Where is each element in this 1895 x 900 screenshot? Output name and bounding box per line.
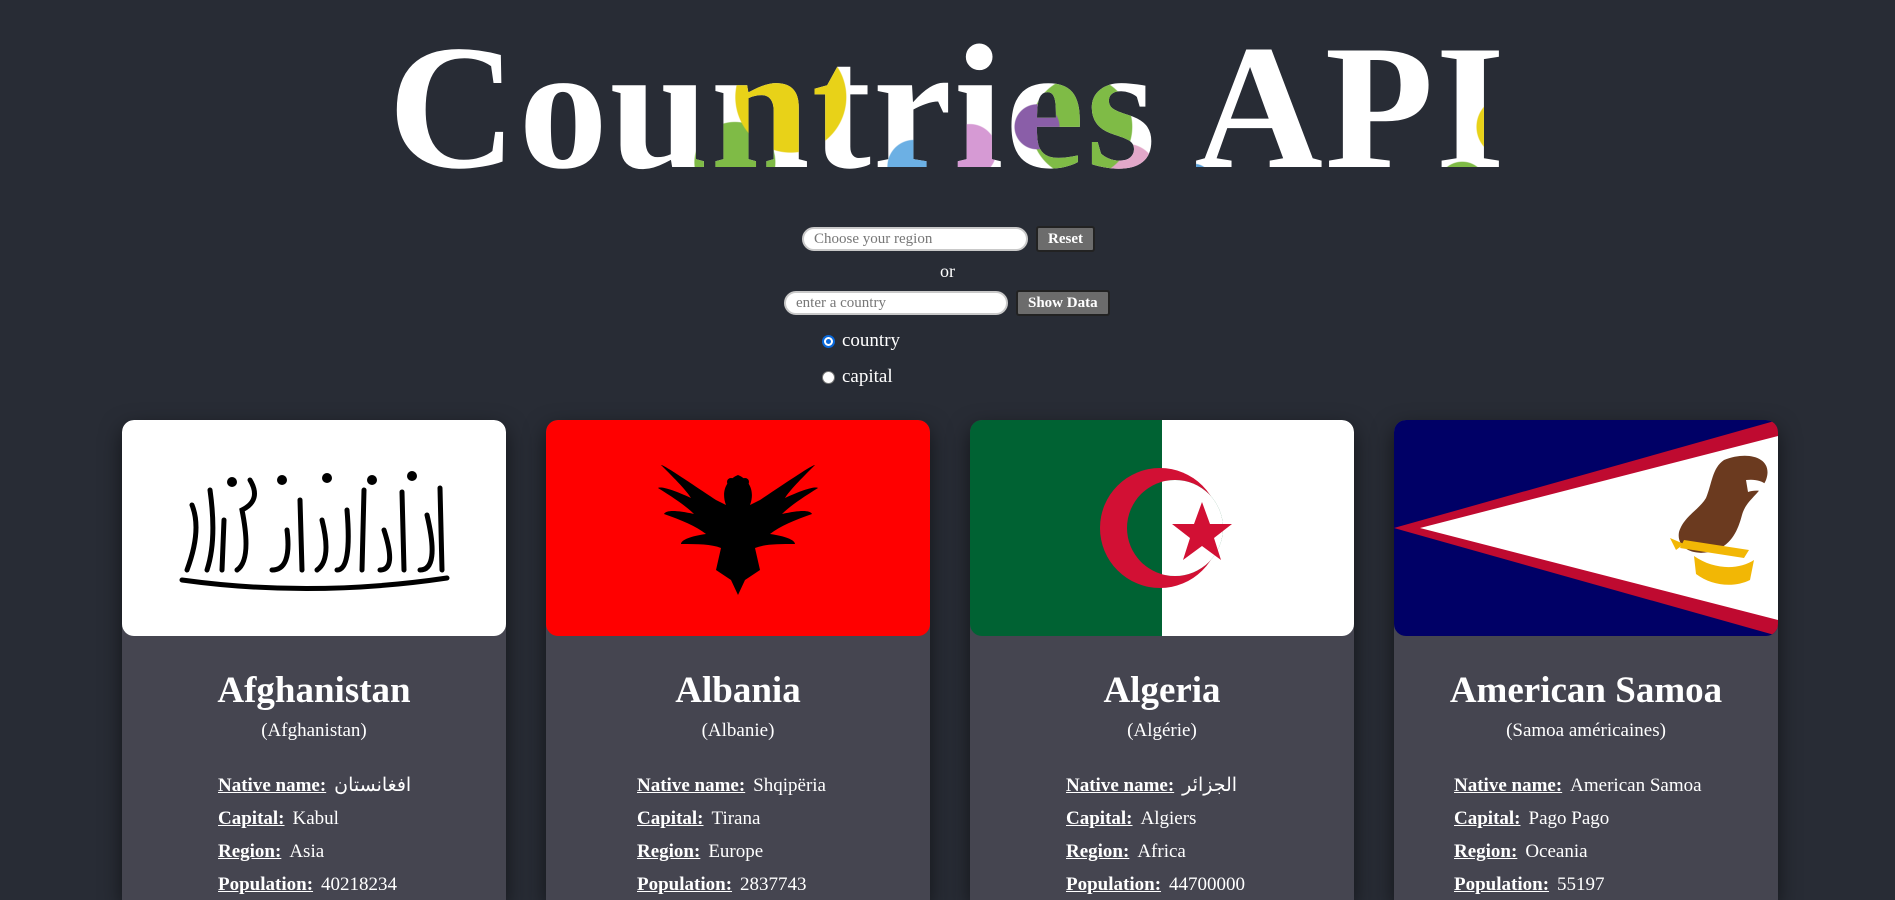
- capital-value: Pago Pago: [1528, 808, 1610, 829]
- region-filter: Reset: [802, 226, 1095, 252]
- american-samoa-flag-icon: [1394, 420, 1778, 636]
- native-name-label: Native name:: [1066, 775, 1175, 796]
- population-value: 40218234: [321, 874, 398, 895]
- population-label: Population:: [637, 874, 733, 895]
- population-label: Population:: [1066, 874, 1162, 895]
- albania-flag-icon: [546, 420, 930, 636]
- region-input[interactable]: [802, 227, 1028, 251]
- country-info: Native name: الجزائر Capital: Algiers Regi…: [1066, 769, 1245, 900]
- population-value: 55197: [1557, 874, 1605, 895]
- native-name-value: Shqipëria: [753, 775, 826, 796]
- native-name-label: Native name:: [1454, 775, 1563, 796]
- capital-label: Capital:: [637, 808, 704, 829]
- region-label: Region:: [218, 841, 282, 862]
- native-name-label: Native name:: [218, 775, 327, 796]
- population-label: Population:: [1454, 874, 1550, 895]
- country-search: Show Data: [784, 290, 1110, 316]
- capital-label: Capital:: [1066, 808, 1133, 829]
- radio-country-indicator[interactable]: [822, 334, 835, 348]
- country-name: American Samoa: [1449, 670, 1723, 711]
- radio-country-label: country: [842, 330, 901, 351]
- country-input[interactable]: [784, 291, 1008, 315]
- show-data-button[interactable]: Show Data: [1016, 290, 1110, 316]
- region-value: Asia: [289, 841, 325, 862]
- country-native-paren: (Algérie): [1127, 720, 1197, 741]
- country-card[interactable]: Albania (Albanie) Native name: Shqipëria …: [546, 420, 930, 900]
- country-native-paren: (Afghanistan): [261, 720, 367, 741]
- population-label: Population:: [218, 874, 314, 895]
- capital-value: Kabul: [292, 808, 339, 829]
- capital-value: Tirana: [711, 808, 761, 829]
- radio-capital-label: capital: [842, 366, 893, 387]
- country-info: Native name: افغانستان Capital: Kabul Regi…: [218, 769, 411, 900]
- country-card[interactable]: Algeria (Algérie) Native name: الجزائر Ca…: [970, 420, 1354, 900]
- population-value: 2837743: [740, 874, 807, 895]
- native-name-value: American Samoa: [1570, 775, 1702, 796]
- capital-label: Capital:: [218, 808, 285, 829]
- reset-button[interactable]: Reset: [1036, 226, 1095, 252]
- country-name: Albania: [675, 670, 801, 711]
- native-name-label: Native name:: [637, 775, 746, 796]
- algeria-flag-icon: [970, 420, 1354, 636]
- population-value: 44700000: [1169, 874, 1246, 895]
- country-native-paren: (Samoa américaines): [1506, 720, 1666, 741]
- region-value: Africa: [1137, 841, 1186, 862]
- region-label: Region:: [637, 841, 701, 862]
- country-name: Algeria: [1103, 670, 1221, 711]
- radio-capital[interactable]: capital: [822, 366, 893, 388]
- country-card[interactable]: American Samoa (Samoa américaines) Nativ…: [1394, 420, 1778, 900]
- country-native-paren: (Albanie): [701, 720, 775, 741]
- page-title: Countries API: [388, 8, 1507, 206]
- capital-label: Capital:: [1454, 808, 1521, 829]
- region-label: Region:: [1066, 841, 1130, 862]
- radio-country[interactable]: country: [822, 330, 900, 352]
- afghanistan-flag-icon: [122, 420, 506, 636]
- radio-capital-indicator[interactable]: [822, 370, 835, 384]
- region-value: Europe: [708, 841, 764, 862]
- country-name: Afghanistan: [217, 670, 411, 711]
- capital-value: Algiers: [1140, 808, 1197, 829]
- country-info: Native name: Shqipëria Capital: Tirana Reg…: [637, 769, 826, 900]
- region-label: Region:: [1454, 841, 1518, 862]
- or-separator: or: [940, 261, 955, 281]
- native-name-value: الجزائر: [1182, 775, 1238, 796]
- country-info: Native name: American Samoa Capital: Pago …: [1454, 769, 1702, 900]
- region-value: Oceania: [1525, 841, 1588, 862]
- country-card[interactable]: Afghanistan (Afghanistan) Native name: اف…: [122, 420, 506, 900]
- native-name-value: افغانستان: [334, 775, 412, 796]
